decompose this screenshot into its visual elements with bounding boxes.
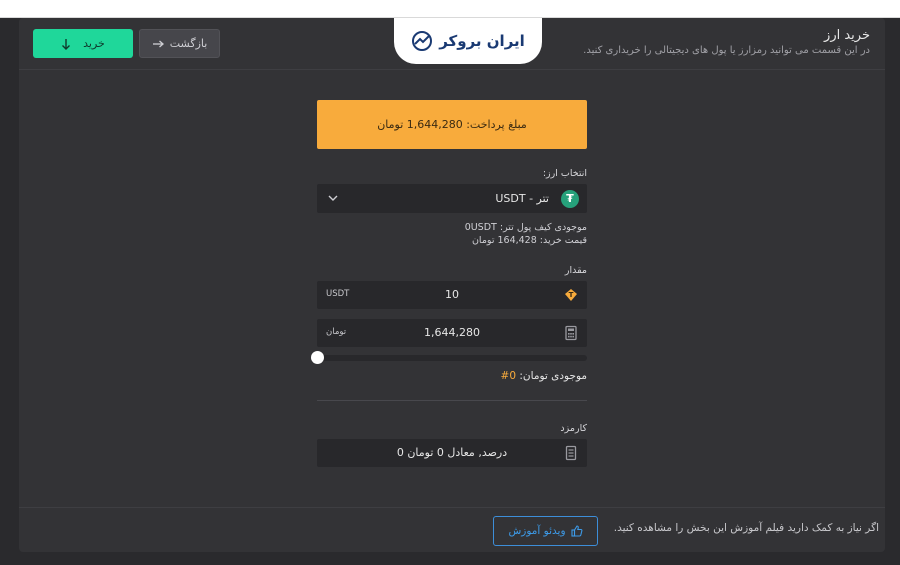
- help-text: اگر نیاز به کمک دارید فیلم آموزش این بخش…: [613, 522, 879, 534]
- fee-value: 0 درصد, معادل 0 تومان: [396, 446, 508, 459]
- usdt-amount-input[interactable]: USDT 10 T: [317, 281, 587, 309]
- buy-panel: ایران بروکر خرید ارز در این قسمت می توان…: [19, 18, 885, 552]
- calculator-icon: [565, 325, 577, 341]
- buy-button[interactable]: خرید: [33, 29, 133, 58]
- buy-button-label: خرید: [83, 37, 105, 50]
- toman-balance-value: 0#: [500, 370, 517, 382]
- receipt-icon: [565, 445, 577, 461]
- slider-handle[interactable]: [311, 351, 324, 364]
- chevron-down-icon: [328, 195, 338, 201]
- buy-price: قیمت خرید: 164,428 تومان: [471, 235, 587, 246]
- usdt-amount-value: 10: [445, 288, 459, 301]
- logo-text: ایران بروکر: [439, 32, 525, 50]
- payment-amount-text: مبلغ پرداخت: 1,644,280 تومان: [377, 118, 527, 131]
- buy-form: مبلغ پرداخت: 1,644,280 تومان انتخاب ارز:…: [311, 100, 587, 467]
- amount-slider[interactable]: [311, 351, 587, 364]
- page-subtitle: در این قسمت می توانید رمزارز یا پول های …: [583, 45, 870, 56]
- top-strip: [0, 0, 900, 18]
- toman-balance: موجودی تومان: 0#: [317, 370, 587, 382]
- chart-logo-icon: [412, 31, 433, 51]
- page: ایران بروکر خرید ارز در این قسمت می توان…: [0, 18, 900, 565]
- svg-text:T: T: [569, 291, 574, 299]
- fee-field: 0 درصد, معادل 0 تومان: [317, 439, 587, 467]
- currency-label: انتخاب ارز:: [542, 168, 587, 179]
- brand-logo[interactable]: ایران بروکر: [394, 18, 542, 64]
- payment-amount-banner: مبلغ پرداخت: 1,644,280 تومان: [317, 100, 587, 149]
- thumbs-up-icon: [570, 525, 582, 537]
- toman-amount-input[interactable]: تومان 1,644,280: [317, 319, 587, 347]
- back-button[interactable]: بازگشت: [139, 29, 220, 58]
- arrow-right-icon: [152, 40, 164, 47]
- section-divider: [317, 400, 587, 401]
- toman-balance-label: موجودی تومان:: [519, 370, 587, 382]
- amount-label: مقدار: [564, 265, 587, 276]
- video-tutorial-button[interactable]: ویدئو آموزش: [493, 516, 598, 546]
- crypto-coin-icon: T: [565, 289, 577, 301]
- arrow-down-icon: [62, 38, 71, 50]
- back-button-label: بازگشت: [169, 37, 208, 50]
- tether-icon: ₮: [561, 189, 579, 208]
- toman-amount-value: 1,644,280: [424, 326, 480, 339]
- currency-select[interactable]: ₮ تتر - USDT: [317, 184, 587, 213]
- currency-selected-text: تتر - USDT: [495, 192, 549, 205]
- fee-label: کارمزد: [560, 423, 587, 434]
- help-footer: اگر نیاز به کمک دارید فیلم آموزش این بخش…: [19, 507, 885, 552]
- page-title: خرید ارز: [824, 28, 870, 43]
- video-tutorial-label: ویدئو آموزش: [508, 525, 566, 537]
- wallet-balance: موجودی کیف پول تتر: 0USDT: [464, 222, 587, 233]
